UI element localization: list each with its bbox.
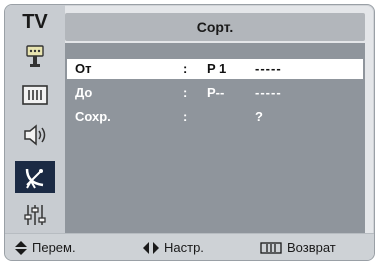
menu-row-to[interactable]: До : P-- ----- bbox=[67, 83, 363, 103]
left-right-arrows-icon bbox=[143, 241, 159, 254]
channel-icon[interactable] bbox=[15, 161, 55, 193]
row-colon: : bbox=[183, 85, 188, 100]
hint-return-label: Возврат bbox=[287, 240, 336, 255]
picture-icon[interactable] bbox=[15, 79, 55, 111]
menu-sidebar: TV bbox=[5, 5, 65, 233]
sound-icon[interactable] bbox=[15, 119, 55, 151]
row-label: От bbox=[75, 61, 92, 76]
row-value: ----- bbox=[255, 61, 282, 76]
hint-adjust: Настр. bbox=[143, 240, 204, 255]
menu-row-from[interactable]: От : P 1 ----- bbox=[67, 59, 363, 79]
row-value: ? bbox=[255, 109, 264, 124]
tv-osd-menu: TV Сорт. От: P 1 ----- До: P-- ----- С… bbox=[4, 4, 375, 261]
menu-title: Сорт. bbox=[65, 13, 365, 41]
up-down-arrows-icon bbox=[15, 240, 27, 255]
hint-return: Возврат bbox=[260, 240, 336, 255]
hint-adjust-label: Настр. bbox=[164, 240, 204, 255]
hint-move: Перем. bbox=[15, 240, 76, 255]
tv-category-label: TV bbox=[22, 10, 48, 33]
menu-button-icon bbox=[260, 241, 282, 254]
row-value: ----- bbox=[255, 85, 282, 100]
setup-icon[interactable] bbox=[15, 199, 55, 231]
row-colon: : bbox=[183, 61, 188, 76]
hint-move-label: Перем. bbox=[32, 240, 76, 255]
row-colon: : bbox=[183, 109, 188, 124]
row-label: Сохр. bbox=[75, 109, 111, 124]
row-program: P-- bbox=[207, 85, 225, 100]
input-icon[interactable] bbox=[15, 41, 55, 73]
row-label: До bbox=[75, 85, 93, 100]
row-program: P 1 bbox=[207, 61, 227, 76]
footer-hints: Перем. Настр. Возврат bbox=[5, 233, 374, 260]
menu-row-store[interactable]: Сохр. : ? bbox=[67, 107, 363, 127]
